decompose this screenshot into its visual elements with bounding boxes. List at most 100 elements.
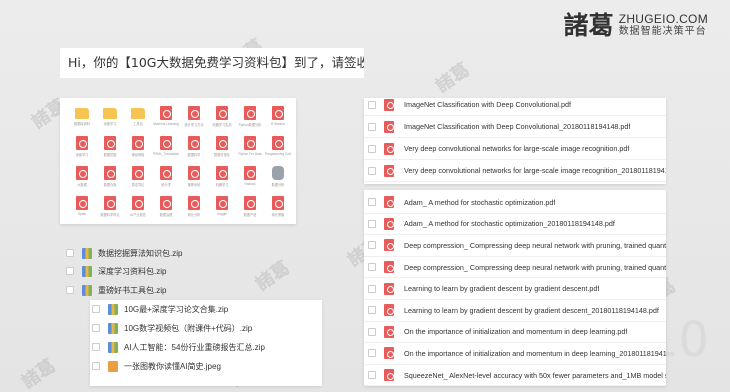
pdf-list-item[interactable]: Deep compression_ Compressing deep neura… (364, 235, 666, 257)
file-icon-cell[interactable]: AI产业报告 (124, 196, 152, 224)
file-icon-cell[interactable]: PRML_Translation (152, 136, 180, 164)
pdf-list-item[interactable]: SqueezeNet_ AlexNet-level accuracy with … (364, 365, 666, 386)
file-icon-cell[interactable]: 数据可视化 (208, 136, 236, 164)
file-icon-label: R Manual (271, 122, 285, 126)
zip-file-icon (82, 247, 92, 259)
pdf-list-item[interactable]: Adam_ A method for stochastic optimizati… (364, 214, 666, 236)
zip-file-name: 10G数学视频包（附课件+代码）.zip (124, 323, 253, 333)
row-checkbox[interactable] (92, 305, 100, 313)
pdf-list-item[interactable]: On the importance of initialization and … (364, 343, 666, 365)
row-checkbox[interactable] (66, 267, 74, 275)
brand-logo: 諸葛 ZHUGEIO.COM 数据智能决策平台 (563, 11, 708, 40)
file-icon-cell[interactable]: 数据科学导论 (96, 196, 124, 224)
file-icon-cell[interactable]: 数据分析 (264, 166, 292, 194)
file-icon-label: AI产业报告 (130, 213, 146, 217)
row-checkbox[interactable] (92, 343, 100, 351)
row-checkbox[interactable] (368, 198, 376, 207)
row-checkbox[interactable] (368, 100, 376, 109)
file-icon-cell[interactable]: 神经网络 (124, 136, 152, 164)
brand-mark: 諸葛 (563, 11, 614, 40)
file-icon-cell[interactable]: 数据治理 (152, 196, 180, 224)
row-checkbox[interactable] (368, 306, 376, 315)
file-icon-cell[interactable]: 统计学习方法 (180, 106, 208, 134)
file-icon-cell[interactable]: 推荐系统 (180, 166, 208, 194)
file-icon-cell[interactable]: 机器学习实战 (208, 106, 236, 134)
pdf-file-icon (188, 106, 200, 120)
file-icon-label: Hadoop (244, 182, 256, 186)
zip-file-icon (82, 265, 92, 277)
pdf-list-item[interactable]: Very deep convolutional networks for lar… (364, 160, 666, 182)
pdf-file-icon (384, 369, 394, 382)
row-checkbox[interactable] (92, 324, 100, 332)
file-icon-cell[interactable]: 机器学习 (208, 166, 236, 194)
zip-list-item[interactable]: 数据挖掘算法知识包.zip (66, 244, 182, 262)
pdf-list-item[interactable]: Deep compression_ Compressing deep neura… (364, 257, 666, 279)
row-checkbox[interactable] (66, 249, 74, 257)
file-icon-cell[interactable]: 大数据 (68, 166, 96, 194)
row-checkbox[interactable] (368, 349, 376, 358)
file-icon-cell[interactable]: Python For Data (236, 136, 264, 164)
greeting-banner: Hi，你的【10G大数据免费学习资料包】到了，请签收！ (60, 48, 364, 78)
row-checkbox[interactable] (368, 327, 376, 336)
pdf-file-icon (244, 196, 256, 210)
row-checkbox[interactable] (368, 219, 376, 228)
file-icon-cell[interactable]: 数据库资料 (68, 106, 96, 134)
row-checkbox[interactable] (368, 144, 376, 153)
zip-file-name: AI人工智能：54份行业重磅报告汇总.zip (124, 342, 265, 352)
zip-file-name: 深度学习资料包.zip (98, 266, 167, 276)
zip-file-icon (108, 322, 118, 334)
file-icon-cell[interactable]: R Manual (264, 106, 292, 134)
zip-list-item[interactable]: 一张图教你读懂AI简史.jpeg (92, 357, 221, 375)
file-icon-cell[interactable]: 工具包 (124, 106, 152, 134)
zip-list-item[interactable]: 深度学习资料包.zip (66, 262, 166, 280)
file-icon-cell[interactable]: 商业分析 (180, 196, 208, 224)
file-icon-cell[interactable]: 数据产品 (236, 196, 264, 224)
file-icon-cell[interactable]: Python数据分析 (236, 106, 264, 134)
pdf-file-icon (132, 136, 144, 150)
pdf-list-item[interactable]: Learning to learn by gradient descent by… (364, 278, 666, 300)
row-checkbox[interactable] (368, 284, 376, 293)
row-checkbox[interactable] (92, 362, 100, 370)
pdf-list-item[interactable]: Adam_ A method for stochastic optimizati… (364, 192, 666, 214)
file-icon-cell[interactable]: 增长黑客 (264, 196, 292, 224)
pdf-file-name: Very deep convolutional networks for lar… (404, 166, 666, 175)
row-checkbox[interactable] (368, 241, 376, 250)
row-checkbox[interactable] (368, 263, 376, 272)
pdf-file-icon (384, 239, 394, 252)
file-icon-label: PRML_Translation (153, 152, 179, 156)
file-icon-cell[interactable]: Machine Learning (152, 106, 180, 134)
file-icon-cell[interactable]: 数据科学 (180, 136, 208, 164)
zip-list-item[interactable]: AI人工智能：54份行业重磅报告汇总.zip (92, 338, 265, 356)
zip-list-item[interactable]: 10G最+深度学习论文合集.zip (92, 300, 228, 318)
file-icon-cell[interactable]: 算法导论 (124, 166, 152, 194)
zip-list-item[interactable]: 重磅好书工具包.zip (66, 281, 166, 299)
file-icon-label: 神经网络 (131, 153, 145, 157)
file-icon-cell[interactable]: 数据挖掘 (96, 136, 124, 164)
file-icon-label: 推荐系统 (187, 183, 201, 187)
file-icon-cell[interactable]: 统计学 (152, 166, 180, 194)
watermark: 諸葛 (252, 257, 294, 296)
zip-list-item[interactable]: 10G数学视频包（附课件+代码）.zip (92, 319, 252, 337)
pdf-list-item[interactable]: Very deep convolutional networks for lar… (364, 138, 666, 160)
file-icon-cell[interactable]: 深度学习 (96, 106, 124, 134)
file-icon-cell[interactable]: 深度学习 (68, 136, 96, 164)
file-icon-label: Python数据分析 (238, 123, 262, 127)
row-checkbox[interactable] (368, 371, 376, 380)
pdf-list-item[interactable]: Learning to learn by gradient descent by… (364, 300, 666, 322)
file-icon-cell[interactable]: 数据仓库 (96, 166, 124, 194)
row-checkbox[interactable] (368, 166, 376, 175)
row-checkbox[interactable] (368, 122, 376, 131)
file-icon-cell[interactable]: Hadoop (236, 166, 264, 194)
pdf-file-icon (384, 196, 394, 209)
row-checkbox[interactable] (66, 286, 74, 294)
file-icon-cell[interactable]: Programming Collective (264, 136, 292, 164)
file-icon-cell[interactable]: Spark (68, 196, 96, 224)
pdf-list-item[interactable]: ImageNet Classification with Deep Convol… (364, 98, 666, 116)
file-icon-label: 数据挖掘 (103, 153, 117, 157)
pdf-list-item[interactable]: ImageNet Classification with Deep Convol… (364, 116, 666, 138)
pdf-file-name: ImageNet Classification with Deep Convol… (404, 122, 631, 131)
pdf-file-icon (384, 142, 394, 155)
file-icon-cell[interactable]: Kaggle (208, 196, 236, 224)
pdf-file-icon (272, 196, 284, 210)
pdf-list-item[interactable]: On the importance of initialization and … (364, 322, 666, 344)
